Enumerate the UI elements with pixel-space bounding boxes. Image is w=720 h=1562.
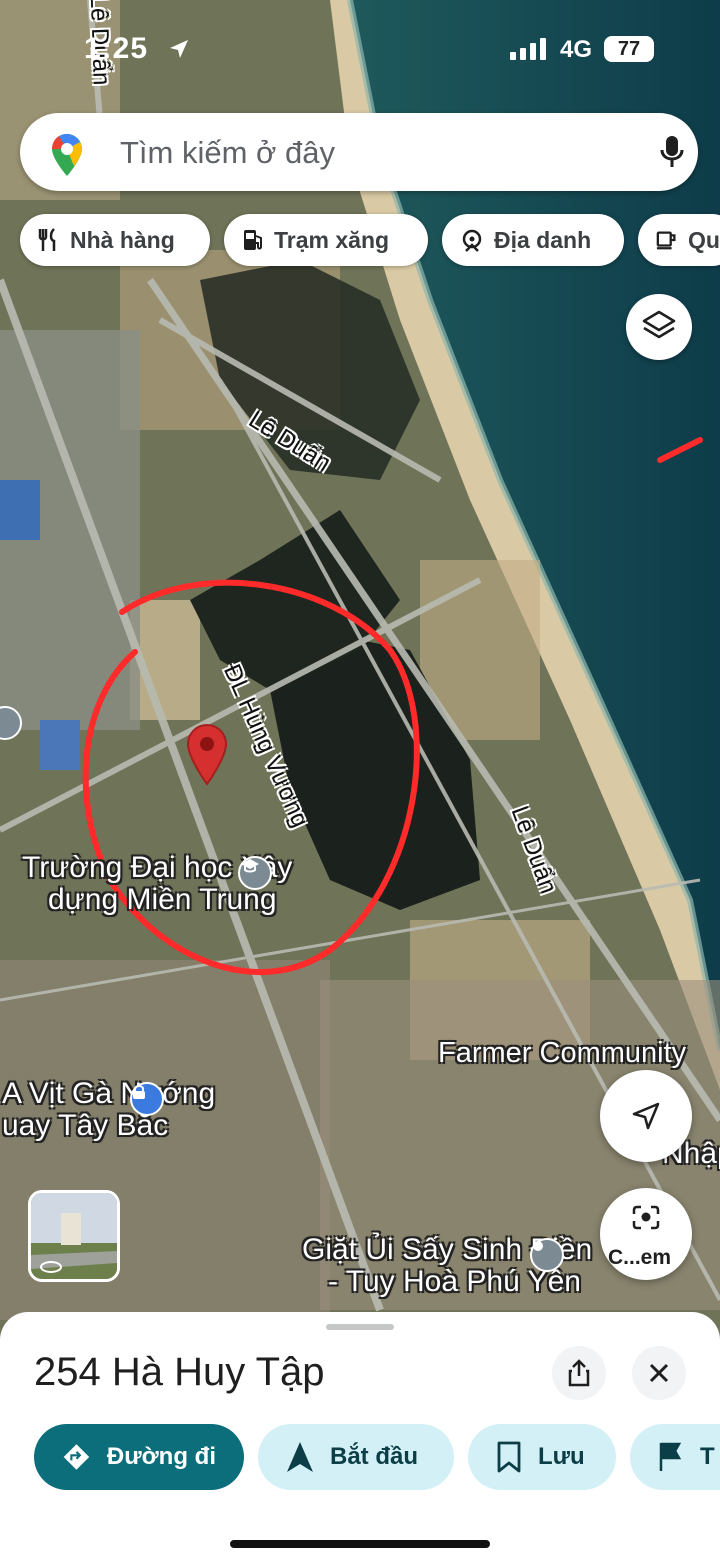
status-bar: 1:25 4G 77 [0, 0, 720, 100]
bookmark-icon [497, 1441, 521, 1473]
lens-button[interactable]: C...em [600, 1188, 692, 1280]
flag-icon [659, 1442, 682, 1471]
chip-label: Nhà hàng [70, 226, 175, 253]
chip-restaurants[interactable]: Nhà hàng [20, 214, 210, 266]
restaurant-icon [38, 228, 56, 251]
place-label-farmer-community[interactable]: Farmer Community [438, 1038, 686, 1069]
lens-label: C...em [608, 1246, 672, 1269]
more-action-label: T [700, 1443, 715, 1470]
share-icon [568, 1359, 590, 1387]
place-label-line: uay Tây Bắc [2, 1108, 169, 1142]
place-bottom-sheet[interactable]: 254 Hà Huy Tập Đường đi Bắt đầu Lưu T [0, 1312, 720, 1562]
close-icon [649, 1363, 669, 1383]
chip-gas-stations[interactable]: Trạm xăng [224, 214, 428, 266]
layers-icon [642, 310, 676, 339]
directions-label: Đường đi [106, 1443, 216, 1470]
rotate-360-icon [40, 1261, 62, 1273]
place-label-line: A Vịt Gà Nướng [2, 1077, 216, 1110]
laundry-poi-icon[interactable] [530, 1238, 564, 1272]
location-arrow-icon [170, 40, 188, 58]
chip-label: Trạm xăng [274, 226, 390, 253]
school-icon[interactable] [238, 856, 272, 890]
search-bar[interactable]: Tìm kiếm ở đây [20, 113, 698, 191]
place-label-restaurant[interactable]: A Vịt Gà Nướng uay Tây Bắc [2, 1078, 215, 1141]
chip-cafes[interactable]: Qu [638, 214, 720, 266]
home-indicator[interactable] [230, 1540, 490, 1548]
street-view-thumbnail[interactable] [28, 1190, 120, 1282]
cafe-icon [656, 231, 676, 250]
microphone-icon[interactable] [660, 135, 684, 169]
google-maps-logo-icon [51, 133, 82, 176]
lock-poi-icon[interactable] [130, 1082, 164, 1116]
chip-label: Qu [688, 226, 720, 253]
directions-button[interactable]: Đường đi [34, 1424, 244, 1490]
navigation-start-icon [287, 1442, 313, 1472]
save-button[interactable]: Lưu [468, 1424, 616, 1490]
chip-label: Địa danh [494, 226, 592, 253]
signal-icon [510, 38, 546, 60]
landmark-icon [462, 229, 482, 252]
close-button[interactable] [632, 1346, 686, 1400]
network-type: 4G [560, 36, 593, 63]
save-label: Lưu [538, 1443, 585, 1470]
search-input[interactable]: Tìm kiếm ở đây [120, 135, 335, 171]
gas-station-icon [244, 230, 262, 250]
share-button[interactable] [552, 1346, 606, 1400]
more-action-button[interactable]: T [630, 1424, 720, 1490]
drag-handle[interactable] [326, 1324, 394, 1330]
camera-lens-icon [632, 1205, 660, 1230]
battery-level: 77 [604, 36, 654, 62]
start-label: Bắt đầu [330, 1443, 419, 1470]
directions-icon [63, 1444, 90, 1470]
start-button[interactable]: Bắt đầu [258, 1424, 454, 1490]
layers-button[interactable] [626, 294, 692, 360]
my-location-button[interactable] [600, 1070, 692, 1162]
status-time: 1:25 [84, 32, 149, 65]
navigation-arrow-icon [632, 1102, 660, 1130]
place-title: 254 Hà Huy Tập [34, 1350, 325, 1394]
chip-landmarks[interactable]: Địa danh [442, 214, 624, 266]
